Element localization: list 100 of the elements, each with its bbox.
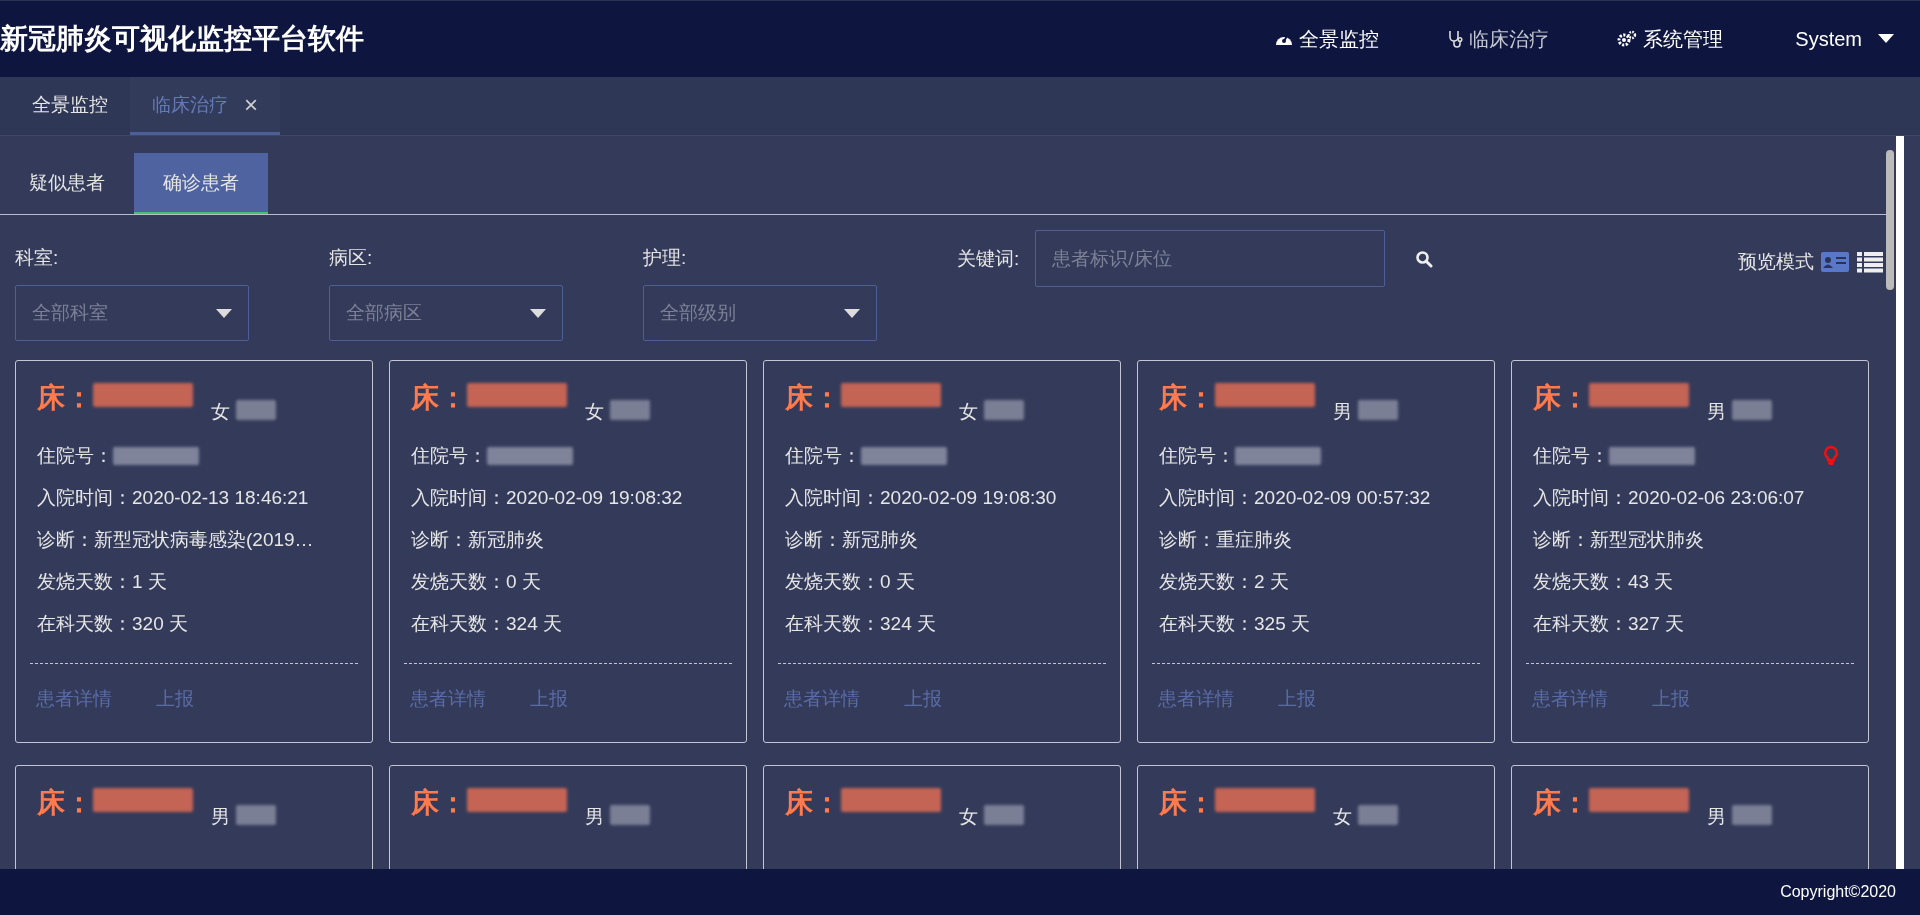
redacted-block (1358, 805, 1398, 825)
redacted-block (984, 400, 1024, 420)
field-value: 2020-02-13 18:46:21 (132, 487, 309, 509)
field-label: 在科天数： (1533, 612, 1628, 636)
nav-item[interactable]: 系统管理 (1583, 25, 1758, 53)
field-label: 入院时间： (37, 486, 132, 510)
redacted-block (610, 805, 650, 825)
redacted-block (610, 400, 650, 420)
gender-text: 女 (211, 400, 230, 424)
id-card-icon[interactable] (1820, 251, 1850, 273)
field-value: 新型冠状肺炎 (1590, 528, 1704, 552)
gender-text: 女 (959, 400, 978, 424)
filter-label: 护理: (643, 246, 688, 270)
field-label: 住院号： (785, 444, 861, 468)
card-action-link[interactable]: 上报 (530, 686, 568, 712)
bed-label: 床： (411, 381, 467, 415)
field-label: 住院号： (37, 444, 113, 468)
card-action-link[interactable]: 上报 (904, 686, 942, 712)
field-label: 在科天数： (1159, 612, 1254, 636)
field-label: 诊断： (1533, 528, 1590, 552)
bed-label: 床： (1159, 381, 1215, 415)
redacted-block (984, 805, 1024, 825)
gender-text: 男 (1333, 400, 1352, 424)
gender-text: 男 (1707, 400, 1726, 424)
field-label: 在科天数： (37, 612, 132, 636)
field-label: 住院号： (1159, 444, 1235, 468)
bed-label: 床： (1533, 381, 1589, 415)
bed-label: 床： (785, 381, 841, 415)
field-label: 在科天数： (411, 612, 506, 636)
nav-item[interactable]: 临床治疗 (1413, 25, 1584, 53)
bed-label: 床： (411, 786, 467, 820)
redacted-block (1358, 400, 1398, 420)
field-label: 住院号： (411, 444, 487, 468)
keyword-field[interactable]: 患者标识/床位 (1035, 230, 1386, 287)
user-menu[interactable]: System (1757, 27, 1920, 51)
card-action-link[interactable]: 患者详情 (784, 686, 860, 712)
card-action-link[interactable]: 患者详情 (36, 686, 112, 712)
bed-label: 床： (37, 381, 93, 415)
redacted-block (1732, 805, 1772, 825)
field-value: 新冠肺炎 (468, 528, 544, 552)
card-action-link[interactable]: 上报 (1278, 686, 1316, 712)
page-tab[interactable]: 临床治疗 × (130, 77, 280, 135)
field-label: 住院号： (1533, 444, 1609, 468)
field-value: 43 天 (1628, 570, 1674, 594)
field-value: 重症肺炎 (1216, 528, 1292, 552)
field-value: 2 天 (1254, 570, 1289, 594)
gender-text: 男 (211, 805, 230, 829)
gender-text: 女 (1333, 805, 1352, 829)
dropdown-field[interactable]: 全部级别 (643, 285, 877, 341)
field-label: 发烧天数： (1533, 570, 1628, 594)
redacted-block (1732, 400, 1772, 420)
keyword-label: 关键词: (957, 246, 1020, 271)
field-value: 2020-02-06 23:06:07 (1628, 487, 1805, 509)
field-label: 诊断： (37, 528, 94, 552)
field-value: 324 天 (880, 612, 936, 636)
list-icon[interactable] (1856, 251, 1884, 273)
gender-text: 男 (1707, 805, 1726, 829)
nav-item[interactable]: 全景监控 (1241, 25, 1414, 53)
field-value: 2020-02-09 19:08:32 (506, 487, 683, 509)
field-label: 诊断： (1159, 528, 1216, 552)
field-value: 320 天 (132, 612, 188, 636)
field-label: 在科天数： (785, 612, 880, 636)
bed-label: 床： (785, 786, 841, 820)
gender-text: 女 (585, 400, 604, 424)
dropdown-field[interactable]: 全部科室 (15, 285, 249, 341)
card-action-link[interactable]: 患者详情 (1158, 686, 1234, 712)
app-title: 新冠肺炎可视化监控平台软件 (0, 22, 364, 56)
bed-label: 床： (37, 786, 93, 820)
card-action-link[interactable]: 上报 (156, 686, 194, 712)
field-value: 2020-02-09 00:57:32 (1254, 487, 1431, 509)
field-label: 入院时间： (1159, 486, 1254, 510)
field-label: 入院时间： (411, 486, 506, 510)
caret-icon (530, 308, 546, 318)
card-action-link[interactable]: 患者详情 (410, 686, 486, 712)
preview-mode-label: 预览模式 (1738, 250, 1814, 274)
page-tab[interactable]: 全景监控 (10, 77, 130, 135)
dropdown-field[interactable]: 全部病区 (329, 285, 563, 341)
field-value: 1 天 (132, 570, 167, 594)
field-value: 327 天 (1628, 612, 1684, 636)
patient-tab[interactable]: 确诊患者 (134, 153, 268, 214)
card-action-link[interactable]: 上报 (1652, 686, 1690, 712)
field-label: 发烧天数： (37, 570, 132, 594)
caret-icon (216, 308, 232, 318)
card-action-link[interactable]: 患者详情 (1532, 686, 1608, 712)
field-value: 0 天 (506, 570, 541, 594)
copyright-text: Copyright©2020 (1780, 883, 1896, 901)
redacted-block (236, 400, 276, 420)
field-value: 新冠肺炎 (842, 528, 918, 552)
redacted-block (236, 805, 276, 825)
patient-tab[interactable]: 疑似患者 (0, 153, 134, 214)
field-label: 诊断： (785, 528, 842, 552)
close-icon[interactable]: × (244, 90, 258, 119)
caret-icon (1878, 34, 1894, 44)
field-label: 入院时间： (785, 486, 880, 510)
search-icon[interactable] (1415, 249, 1434, 268)
gender-text: 男 (585, 805, 604, 829)
field-label: 入院时间： (1533, 486, 1628, 510)
field-label: 发烧天数： (1159, 570, 1254, 594)
field-value: 0 天 (880, 570, 915, 594)
field-label: 发烧天数： (785, 570, 880, 594)
